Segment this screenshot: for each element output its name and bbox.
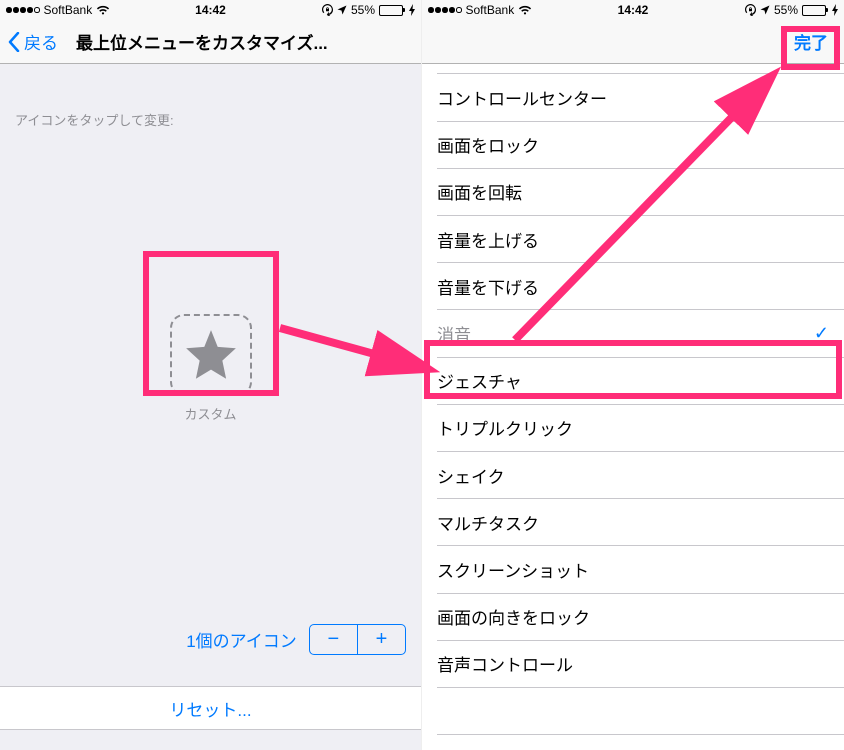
orientation-lock-icon [745,4,756,16]
location-icon [337,5,347,15]
list-item-label: 音量を上げる [437,227,539,252]
nav-title: 最上位メニューをカスタマイズ... [76,29,413,54]
list-item[interactable]: 音量を下げる [422,263,844,310]
list-item[interactable]: 消音 ✓ [422,310,844,357]
done-button[interactable]: 完了 [786,25,836,58]
list-item[interactable]: トリプルクリック [422,404,844,451]
list-item-label: シェイク [437,463,505,488]
status-time: 14:42 [195,3,226,17]
list-item-label: 音声コントロール [437,651,573,676]
icon-count-row: 1個のアイコン − + [0,617,421,661]
list-item[interactable]: マルチタスク [422,499,844,546]
list-item-label: 画面をロック [437,132,539,157]
list-item[interactable]: 音量を上げる [422,216,844,263]
wifi-icon [96,5,110,15]
list-item[interactable]: スクリーンショット [422,546,844,593]
back-label: 戻る [24,29,58,54]
stepper-minus-button[interactable]: − [310,625,357,654]
star-icon [184,328,238,382]
left-content: アイコンをタップして変更: カスタム 1個のアイコン − + リセット... [0,64,421,750]
status-bar: SoftBank 14:42 55% [422,0,844,20]
list-item[interactable]: コントロールセンター [422,74,844,121]
nav-bar: 戻る 最上位メニューをカスタマイズ... [0,20,421,64]
list-item-label: マルチタスク [437,510,539,535]
battery-percent: 55% [351,3,375,17]
chevron-left-icon [8,32,20,52]
list-item-label: 画面の向きをロック [437,604,590,629]
reset-label: リセット... [169,696,251,721]
back-button[interactable]: 戻る [8,29,58,54]
list-item[interactable]: 画面をロック [422,121,844,168]
checkmark-icon: ✓ [814,323,829,344]
icon-count-label: 1個のアイコン [186,627,297,652]
status-time: 14:42 [618,3,649,17]
list-item[interactable]: シェイク [422,452,844,499]
signal-strength [6,7,40,13]
battery-icon [379,5,405,16]
list-item[interactable]: 画面の向きをロック [422,593,844,640]
option-list[interactable]: コントロールセンター画面をロック画面を回転音量を上げる音量を下げる消音 ✓ ジェスチ… [422,64,844,750]
list-item[interactable]: 画面を回転 [422,168,844,215]
custom-slot-label: カスタム [184,404,236,423]
list-item-label: ジェスチャ [437,368,522,393]
list-item-label: コントロールセンター [437,85,607,110]
tap-hint-label: アイコンをタップして変更: [0,64,421,129]
battery-percent: 55% [774,3,798,17]
reset-button[interactable]: リセット... [0,686,421,730]
signal-strength [428,7,462,13]
orientation-lock-icon [322,4,333,16]
list-row-clipped [437,64,844,74]
custom-icon-slot[interactable] [170,314,252,396]
custom-icon-area[interactable]: カスタム [170,314,252,423]
carrier-label: SoftBank [44,3,93,17]
bolt-icon [409,4,415,16]
status-bar: SoftBank 14:42 55% [0,0,421,20]
list-item[interactable]: 音声コントロール [422,640,844,687]
location-icon [760,5,770,15]
left-phone-screen: SoftBank 14:42 55% 戻る 最上位メニューをカスタマイズ... … [0,0,422,750]
list-item-label: 画面を回転 [437,179,522,204]
stepper-plus-button[interactable]: + [358,625,405,654]
nav-bar: 完了 [422,20,844,64]
battery-icon [802,5,828,16]
wifi-icon [518,5,532,15]
list-item[interactable] [422,687,844,734]
list-item-label: 音量を下げる [437,274,539,299]
list-item-label: スクリーンショット [437,557,589,582]
bolt-icon [832,4,838,16]
list-item[interactable]: ジェスチャ [422,357,844,404]
icon-count-stepper: − + [309,624,406,655]
right-phone-screen: SoftBank 14:42 55% 完了 コントロールセンター画面をロック画面… [422,0,844,750]
list-item-label: トリプルクリック [437,415,573,440]
list-item-label: 消音 [437,321,471,346]
carrier-label: SoftBank [466,3,515,17]
